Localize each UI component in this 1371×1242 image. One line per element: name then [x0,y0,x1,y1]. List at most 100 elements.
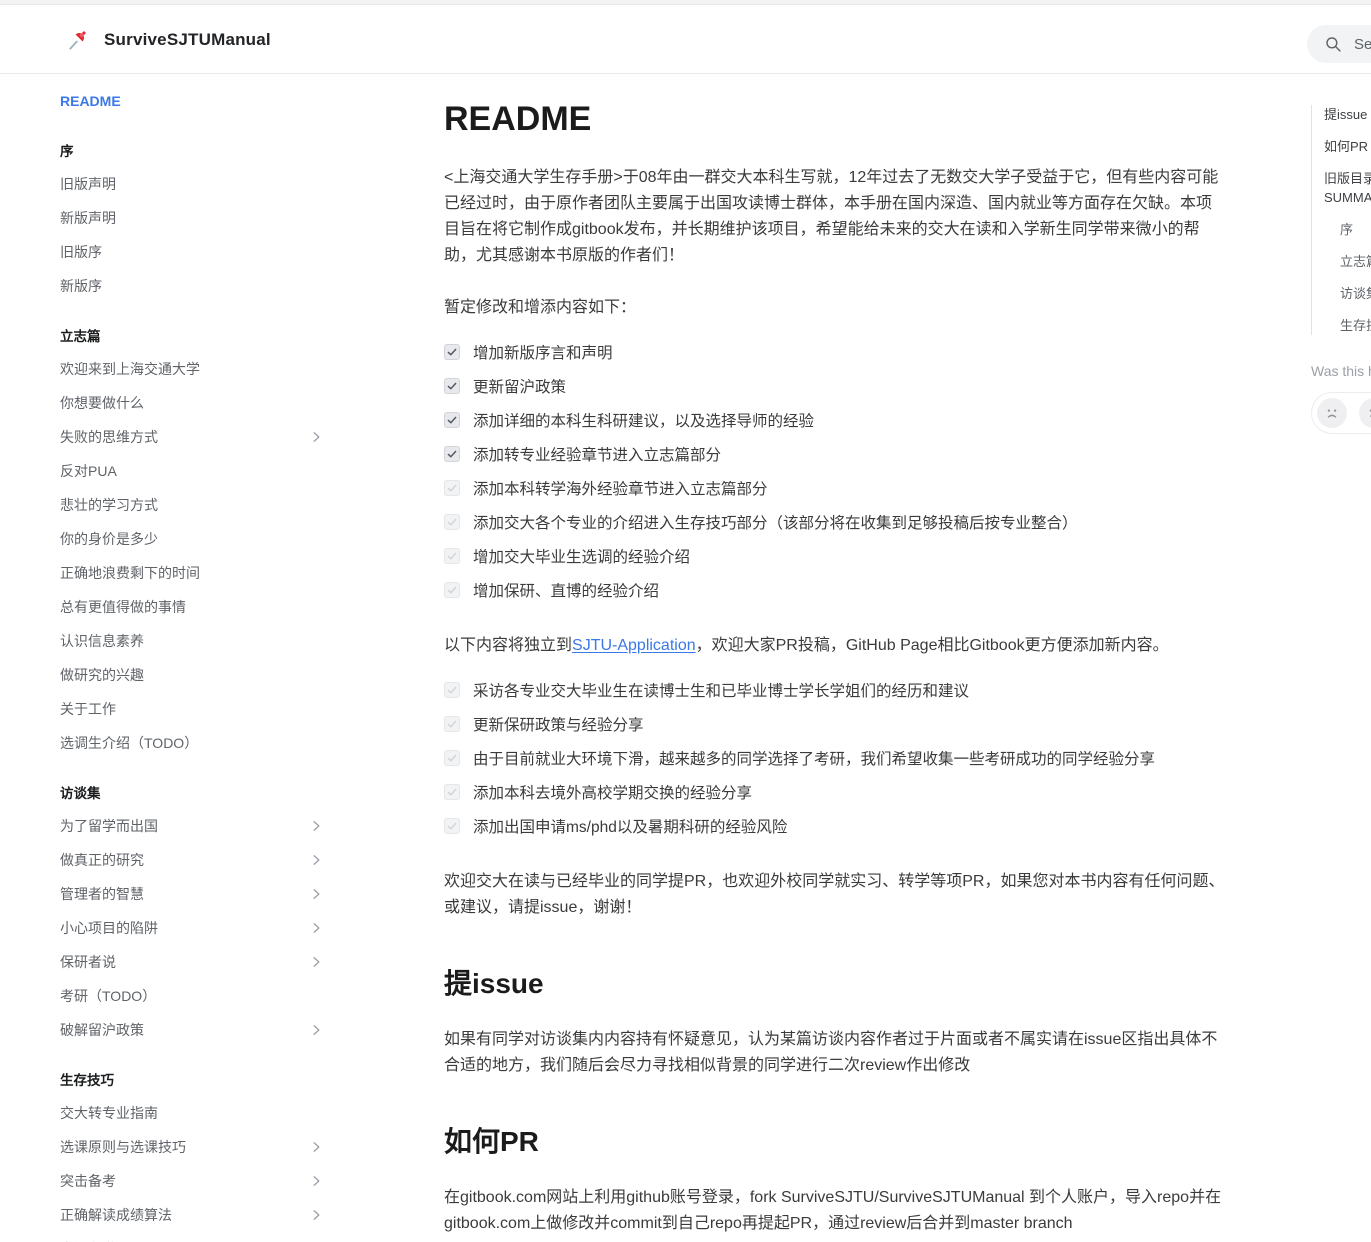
sidebar-item-label: 序 [60,140,74,160]
sidebar-item[interactable]: 做真正的研究 [60,843,326,877]
sidebar-item[interactable]: 总有更值得做的事情 [60,590,326,624]
sidebar-item[interactable]: 正确解读成绩算法 [60,1198,326,1232]
sidebar-item-label: 正确解读成绩算法 [60,1205,172,1225]
sidebar-item: 序 [60,133,326,167]
sidebar-item-label: 破解留沪政策 [60,1020,144,1040]
todo-lead: 暂定修改和增添内容如下： [444,295,1226,321]
neutral-face-icon[interactable] [1359,398,1371,428]
sidebar-item-label: 旧版声明 [60,174,116,194]
checklist-item-text: 采访各专业交大毕业生在读博士生和已毕业博士学长学姐们的经历和建议 [473,679,969,701]
checklist-item-text: 添加交大各个专业的介绍进入生存技巧部分（该部分将在收集到足够投稿后按专业整合） [473,511,1078,533]
link-paragraph: 以下内容将独立到SJTU-Application，欢迎大家PR投稿，GitHub… [444,633,1226,659]
sidebar-item-label: 新版序 [60,276,102,296]
sidebar-item[interactable]: 破解留沪政策 [60,1013,326,1047]
chevron-right-icon[interactable] [309,430,324,445]
sidebar-item-label: 做真正的研究 [60,850,144,870]
chevron-right-icon[interactable] [309,853,324,868]
sidebar-item[interactable]: 新版声明 [60,201,326,235]
sidebar-item[interactable]: 认识信息素养 [60,624,326,658]
sidebar-item[interactable]: 小心项目的陷阱 [60,911,326,945]
checklist-item-text: 添加出国申请ms/phd以及暑期科研的经验风险 [473,815,787,837]
toc-item[interactable]: 访谈集 [1324,284,1371,303]
sidebar-item[interactable]: 交大转专业指南 [60,1096,326,1130]
section-heading-issue: 提issue [444,967,1226,1001]
sidebar-item[interactable]: 悲壮的学习方式 [60,488,326,522]
sidebar-item[interactable]: 你想要做什么 [60,386,326,420]
checkbox-icon [444,582,460,598]
sidebar-item-label: 突击备考 [60,1171,116,1191]
sidebar-item[interactable]: 失败的思维方式 [60,420,326,454]
sidebar-item: 生存技巧 [60,1062,326,1096]
checklist-item: 添加出国申请ms/phd以及暑期科研的经验风险 [444,809,1226,843]
checklist-item: 更新留沪政策 [444,369,1226,403]
sidebar-item[interactable]: 做研究的兴趣 [60,658,326,692]
checkbox-icon [444,682,460,698]
sad-face-icon[interactable] [1317,398,1347,428]
section-heading-pr: 如何PR [444,1125,1226,1159]
link-paragraph-before: 以下内容将独立到 [444,637,572,654]
chevron-right-icon[interactable] [309,1208,324,1223]
feedback-widget [1311,392,1371,434]
sidebar-item: 访谈集 [60,775,326,809]
toc-item[interactable]: 生存技巧 [1324,316,1371,335]
checkbox-icon [444,716,460,732]
chevron-right-icon[interactable] [309,1023,324,1038]
toc-item[interactable]: 如何PR [1324,137,1371,156]
todo-checklist-2: 采访各专业交大毕业生在读博士生和已毕业博士学长学姐们的经历和建议 更新保研政策与… [444,673,1226,843]
sidebar-item[interactable]: 你的身价是多少 [60,522,326,556]
checkbox-icon [444,446,460,462]
chevron-right-icon[interactable] [309,921,324,936]
chevron-right-icon[interactable] [309,887,324,902]
feedback-question: Was this helpful? [1311,363,1371,379]
sidebar-item[interactable]: 为了留学而出国 [60,809,326,843]
sidebar-item[interactable]: 选课原则与选课技巧 [60,1130,326,1164]
sidebar-item-label: 小心项目的陷阱 [60,918,158,938]
checkbox-icon [444,514,460,530]
sidebar-item[interactable]: 新版序 [60,269,326,303]
sjtu-application-link[interactable]: SJTU-Application [572,637,696,654]
chevron-right-icon[interactable] [309,819,324,834]
checklist-item: 采访各专业交大毕业生在读博士生和已毕业博士学长学姐们的经历和建议 [444,673,1226,707]
chevron-right-icon[interactable] [309,1174,324,1189]
sidebar-item[interactable]: 旧版序 [60,235,326,269]
sidebar-item-label: 旧版序 [60,242,102,262]
checklist-item: 由于目前就业大环境下滑，越来越多的同学选择了考研，我们希望收集一些考研成功的同学… [444,741,1226,775]
sidebar-item[interactable]: 考研（TODO） [60,979,326,1013]
checklist-item: 更新保研政策与经验分享 [444,707,1226,741]
sidebar-item[interactable]: 关于工作 [60,692,326,726]
sidebar-item-label: 欢迎来到上海交通大学 [60,359,200,379]
sidebar-item-label: 考研（TODO） [60,986,156,1006]
sidebar-item[interactable]: 反对PUA [60,454,326,488]
sidebar-item[interactable]: 旧版声明 [60,167,326,201]
checklist-item-text: 添加本科转学海外经验章节进入立志篇部分 [473,477,768,499]
checklist-item-text: 更新保研政策与经验分享 [473,713,644,735]
checkbox-icon [444,750,460,766]
section-body-issue: 如果有同学对访谈集内内容持有怀疑意见，认为某篇访谈内容作者过于片面或者不属实请在… [444,1027,1226,1079]
chevron-right-icon[interactable] [309,1140,324,1155]
sidebar-item[interactable]: 管理者的智慧 [60,877,326,911]
sidebar-item[interactable]: 突击备考 [60,1164,326,1198]
sidebar-item[interactable]: README [60,84,326,118]
checkbox-icon [444,344,460,360]
site-title[interactable]: SurviveSJTUManual [104,30,271,50]
sidebar-item[interactable]: 旁门左道 [60,1232,326,1242]
checklist-item: 添加交大各个专业的介绍进入生存技巧部分（该部分将在收集到足够投稿后按专业整合） [444,505,1226,539]
checklist-item-text: 添加本科去境外高校学期交换的经验分享 [473,781,752,803]
sidebar-item[interactable]: 保研者说 [60,945,326,979]
sidebar-item-label: 悲壮的学习方式 [60,495,158,515]
checklist-item: 添加本科去境外高校学期交换的经验分享 [444,775,1226,809]
pr-welcome-paragraph: 欢迎交大在读与已经毕业的同学提PR，也欢迎外校同学就实习、转学等项PR，如果您对… [444,869,1226,921]
checklist-item: 增加保研、直博的经验介绍 [444,573,1226,607]
toc-item[interactable]: 提issue [1324,105,1371,124]
sidebar-item-label: 你想要做什么 [60,393,144,413]
sidebar-item-label: 做研究的兴趣 [60,665,144,685]
chevron-right-icon[interactable] [309,955,324,970]
sidebar-nav: README 序 旧版声明 [60,84,326,1242]
search-input[interactable]: Search [1307,25,1371,63]
sidebar-item[interactable]: 选调生介绍（TODO） [60,726,326,760]
toc-item[interactable]: 立志篇 [1324,252,1371,271]
sidebar-item[interactable]: 正确地浪费剩下的时间 [60,556,326,590]
sidebar-item[interactable]: 欢迎来到上海交通大学 [60,352,326,386]
toc-item[interactable]: 旧版目录 SUMMARY [1324,169,1371,207]
toc-item[interactable]: 序 [1324,220,1371,239]
